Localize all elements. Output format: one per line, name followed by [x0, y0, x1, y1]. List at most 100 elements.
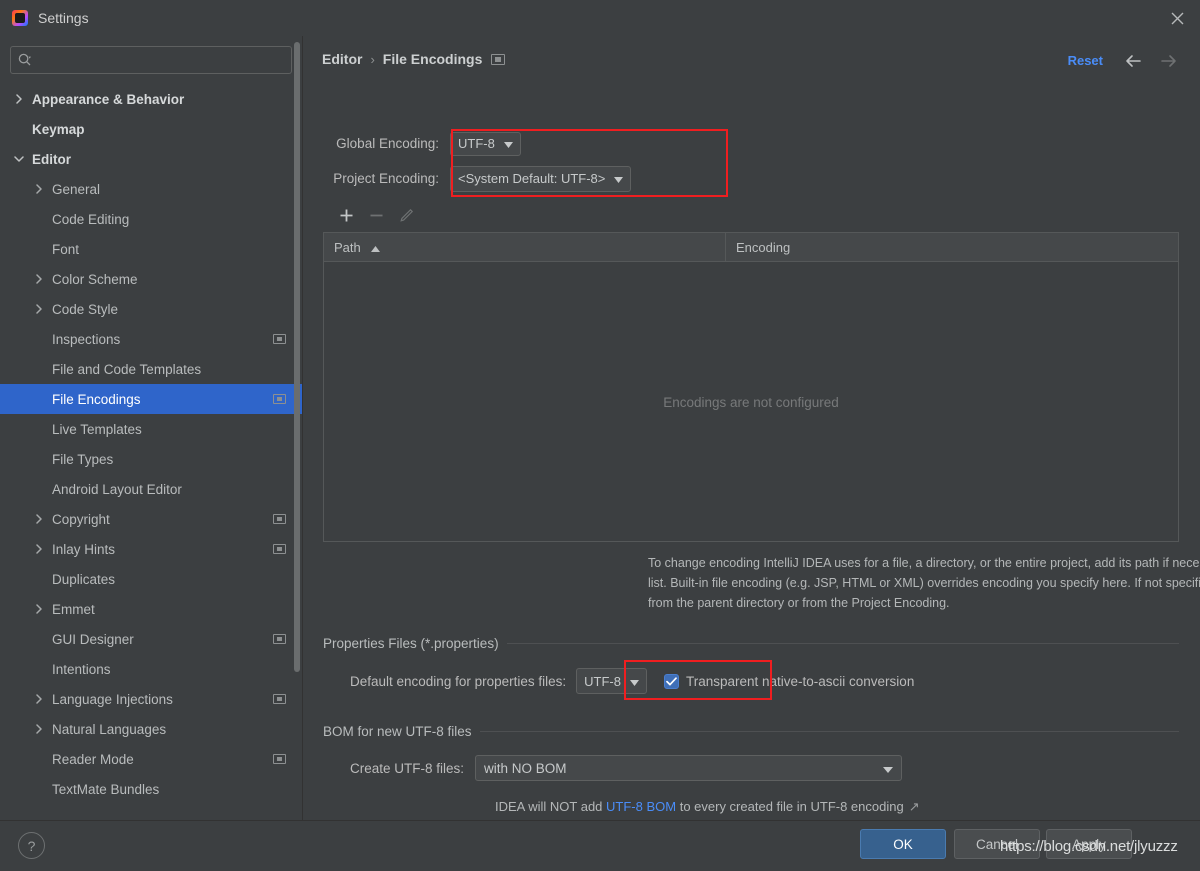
properties-default-encoding-row: Default encoding for properties files: U…: [323, 660, 1179, 700]
sidebar-item-font[interactable]: Font: [0, 234, 302, 264]
module-badge-icon: [273, 754, 286, 764]
module-badge-icon: [273, 694, 286, 704]
sidebar-item-label: Duplicates: [52, 571, 116, 587]
sidebar-item-color-scheme[interactable]: Color Scheme: [0, 264, 302, 294]
sidebar-item-language-injections[interactable]: Language Injections: [0, 684, 302, 714]
sidebar-item-copyright[interactable]: Copyright: [0, 504, 302, 534]
properties-section-title: Properties Files (*.properties): [323, 636, 1179, 651]
sidebar-item-textmate-bundles[interactable]: TextMate Bundles: [0, 774, 302, 804]
module-badge-icon: [491, 53, 506, 65]
column-header-encoding-label: Encoding: [736, 239, 791, 255]
sidebar-item-code-style[interactable]: Code Style: [0, 294, 302, 324]
sidebar-scrollbar[interactable]: [294, 42, 300, 672]
bom-note: IDEA will NOT add UTF-8 BOM to every cre…: [323, 799, 1179, 815]
bom-section-title: BOM for new UTF-8 files: [323, 724, 1179, 739]
sidebar-item-label: Code Editing: [52, 211, 130, 227]
sidebar-item-file-encodings[interactable]: File Encodings: [0, 384, 302, 414]
arrow-right-icon[interactable]: [1158, 50, 1180, 72]
watermark: https://blog.csdn.net/jlyuzzz: [1000, 838, 1178, 855]
sidebar-item-live-templates[interactable]: Live Templates: [0, 414, 302, 444]
sidebar-item-general[interactable]: General: [0, 174, 302, 204]
section-divider: [479, 731, 1179, 732]
module-badge-icon: [273, 634, 286, 644]
sidebar-item-gui-designer[interactable]: GUI Designer: [0, 624, 302, 654]
module-badge-icon: [273, 334, 286, 344]
sidebar-item-label: File and Code Templates: [52, 361, 202, 377]
sidebar: Appearance & Behavior Keymap Editor General…: [0, 36, 303, 820]
transparent-native-to-ascii-checkbox[interactable]: [663, 673, 679, 689]
table-body[interactable]: Encodings are not configured: [324, 262, 1178, 542]
chevron-down-icon: [629, 674, 639, 689]
column-header-encoding[interactable]: Encoding: [726, 233, 1178, 261]
close-icon[interactable]: [1154, 0, 1200, 36]
sort-ascending-icon: [370, 240, 380, 255]
ok-button[interactable]: OK: [860, 829, 946, 859]
sidebar-item-label: Keymap: [32, 121, 85, 137]
chevron-right-icon: [34, 692, 48, 706]
create-utf8-files-value: with NO BOM: [484, 760, 567, 776]
pencil-icon: [393, 205, 419, 227]
properties-encoding-value: UTF-8: [584, 673, 621, 689]
sidebar-item-label: Inspections: [52, 331, 121, 347]
sidebar-item-file-types[interactable]: File Types: [0, 444, 302, 474]
settings-window: Settings Appearance & Behavior Keymap Edit…: [0, 0, 1200, 871]
arrow-left-icon[interactable]: [1122, 50, 1144, 72]
sidebar-item-code-editing[interactable]: Code Editing: [0, 204, 302, 234]
chevron-right-icon: [34, 542, 48, 556]
global-encoding-select[interactable]: UTF-8: [450, 131, 521, 156]
table-toolbar: [323, 202, 1179, 229]
sidebar-item-label: Reader Mode: [52, 751, 134, 767]
chevron-right-icon: [34, 722, 48, 736]
project-encoding-select[interactable]: <System Default: UTF-8>: [450, 165, 632, 192]
breadcrumb: Editor › File Encodings: [322, 51, 506, 67]
sidebar-item-reader-mode[interactable]: Reader Mode: [0, 744, 302, 774]
settings-tree[interactable]: Appearance & Behavior Keymap Editor General…: [0, 84, 302, 820]
project-encoding-label: Project Encoding:: [333, 171, 439, 186]
sidebar-item-label: Color Scheme: [52, 271, 138, 287]
encoding-settings: Global Encoding: UTF-8 Project Encoding:…: [303, 126, 1200, 197]
properties-encoding-select[interactable]: UTF-8: [576, 668, 647, 694]
create-utf8-files-select[interactable]: with NO BOM: [475, 755, 903, 781]
table-header-row: Path Encoding: [324, 233, 1178, 262]
sidebar-item-label: Code Style: [52, 301, 119, 317]
column-header-path[interactable]: Path: [324, 233, 726, 261]
search-box[interactable]: [10, 46, 292, 74]
external-link-icon[interactable]: ↗: [909, 799, 920, 814]
utf8-bom-link[interactable]: UTF-8 BOM: [606, 799, 676, 814]
chevron-down-icon: [14, 152, 28, 166]
sidebar-item-label: Appearance & Behavior: [32, 91, 185, 107]
column-header-path-label: Path: [334, 239, 361, 255]
bom-note-suffix: to every created file in UTF-8 encoding: [676, 799, 904, 814]
sidebar-item-natural-languages[interactable]: Natural Languages: [0, 714, 302, 744]
properties-files-section: Properties Files (*.properties) Default …: [323, 636, 1179, 700]
help-button[interactable]: ?: [18, 832, 45, 859]
sidebar-item-label: Copyright: [52, 511, 110, 527]
sidebar-item-intentions[interactable]: Intentions: [0, 654, 302, 684]
sidebar-item-emmet[interactable]: Emmet: [0, 594, 302, 624]
sidebar-item-android-layout-editor[interactable]: Android Layout Editor: [0, 474, 302, 504]
sidebar-item-label: File Types: [52, 451, 114, 467]
breadcrumb-parent[interactable]: Editor: [322, 51, 362, 67]
sidebar-item-appearance-behavior[interactable]: Appearance & Behavior: [0, 84, 302, 114]
properties-default-encoding-label: Default encoding for properties files:: [350, 673, 567, 689]
sidebar-item-inlay-hints[interactable]: Inlay Hints: [0, 534, 302, 564]
breadcrumb-current: File Encodings: [382, 51, 483, 67]
content-panel: Editor › File Encodings Reset Global Enc…: [303, 36, 1200, 820]
sidebar-item-duplicates[interactable]: Duplicates: [0, 564, 302, 594]
sidebar-item-label: TextMate Bundles: [52, 781, 160, 797]
title-bar: Settings: [0, 0, 1200, 37]
sidebar-item-file-and-code-templates[interactable]: File and Code Templates: [0, 354, 302, 384]
bom-section-title-label: BOM for new UTF-8 files: [323, 724, 472, 739]
sidebar-item-label: Android Layout Editor: [52, 481, 182, 497]
global-encoding-row: Global Encoding: UTF-8: [303, 126, 1200, 161]
sidebar-item-inspections[interactable]: Inspections: [0, 324, 302, 354]
search-input[interactable]: [37, 49, 285, 71]
reset-link[interactable]: Reset: [1068, 53, 1103, 68]
properties-section-title-label: Properties Files (*.properties): [323, 636, 499, 651]
search-icon: [17, 52, 33, 68]
plus-icon[interactable]: [333, 205, 359, 227]
sidebar-item-editor[interactable]: Editor: [0, 144, 302, 174]
sidebar-item-keymap[interactable]: Keymap: [0, 114, 302, 144]
sidebar-item-label: Natural Languages: [52, 721, 167, 737]
sidebar-item-label: File Encodings: [52, 391, 141, 407]
